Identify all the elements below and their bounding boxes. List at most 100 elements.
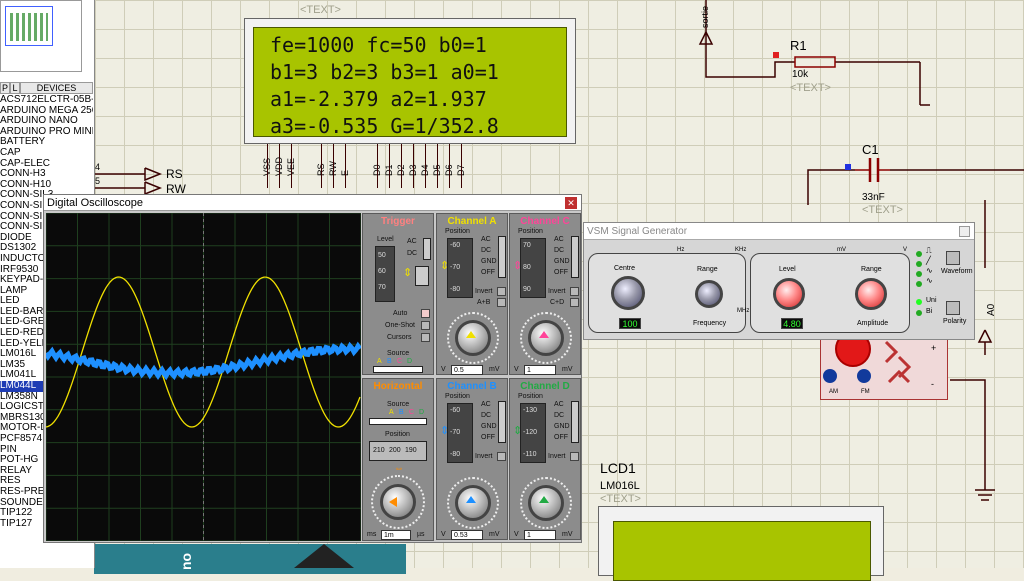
channel_c-tick: 70 xyxy=(523,242,531,249)
signal-generator-titlebar[interactable]: VSM Signal Generator xyxy=(584,223,974,240)
oscilloscope-titlebar[interactable]: Digital Oscilloscope ✕ xyxy=(44,195,581,211)
horizontal-time-knob[interactable] xyxy=(380,484,416,520)
close-icon[interactable] xyxy=(959,226,970,237)
channel_a-invert-button[interactable] xyxy=(497,287,506,296)
lcd2-display[interactable] xyxy=(598,506,884,581)
trigger-source-A[interactable]: A xyxy=(377,358,382,365)
waveform-button[interactable] xyxy=(946,251,960,265)
channel_d-position-label: Position xyxy=(518,393,543,400)
channel_d-position-arrows[interactable]: ⇕ xyxy=(513,424,522,437)
channel_b-volts-knob[interactable] xyxy=(455,485,491,521)
trigger-coupling-switch[interactable] xyxy=(423,238,431,260)
signal-generator-window[interactable]: VSM Signal Generator Centre 100 Range Fr… xyxy=(583,222,975,340)
channel_d-invert-button[interactable] xyxy=(570,452,579,461)
tab-pick[interactable]: P xyxy=(0,82,10,94)
gen-plus-label: + xyxy=(931,343,937,353)
lcd-pin-line xyxy=(291,144,292,188)
device-list-item[interactable]: CAP-ELEC xyxy=(0,159,93,170)
trigger-source-D[interactable]: D xyxy=(407,358,412,365)
channel_b-invert-button[interactable] xyxy=(497,452,506,461)
lcd-line-4: a3=-0.535 G=1/352.8 xyxy=(270,114,499,138)
channel_c-knob-pointer xyxy=(539,331,549,338)
overview-preview[interactable] xyxy=(0,0,82,72)
mhz-label: MHz xyxy=(737,308,750,314)
uni-label: Uni xyxy=(926,297,937,304)
horizontal-position-arrows[interactable]: ⇔ xyxy=(394,463,404,474)
tab-library[interactable]: L xyxy=(10,82,20,94)
gen-fm-knob[interactable] xyxy=(857,369,871,383)
pin-5-label: 5 xyxy=(95,176,101,186)
gen-am-knob[interactable] xyxy=(823,369,837,383)
channel_b-position-arrows[interactable]: ⇕ xyxy=(440,424,449,437)
horizontal-source-label: Source xyxy=(387,401,410,408)
horizontal-source-A[interactable]: A xyxy=(389,409,394,416)
channel_d-tick: -120 xyxy=(523,429,538,436)
signal-source-body[interactable]: AM FM + - xyxy=(820,330,948,400)
trigger-edge-arrows[interactable]: ⇕ xyxy=(403,266,412,279)
trigger-one-shot-button[interactable] xyxy=(421,321,430,330)
lcd-pin-line xyxy=(437,144,438,188)
channel_b-unit-mv: mV xyxy=(489,531,500,538)
channel_c-volts-knob[interactable] xyxy=(528,320,564,356)
device-list-item[interactable]: ACS712ELCTR-05B-T xyxy=(0,95,93,106)
channel_a-tick: -60 xyxy=(450,242,461,249)
device-list-item[interactable]: CAP xyxy=(0,148,93,159)
device-list-item[interactable]: CONN-H10 xyxy=(0,180,93,191)
horizontal-source-D[interactable]: D xyxy=(419,409,424,416)
trigger-tick: 50 xyxy=(378,252,386,259)
device-list-item[interactable]: CONN-H3 xyxy=(0,169,93,180)
sortie-label: sortie xyxy=(700,5,710,28)
centre-knob[interactable] xyxy=(611,276,645,310)
device-list-item[interactable]: ARDUINO MEGA 2560 xyxy=(0,106,93,117)
polarity-button[interactable] xyxy=(946,301,960,315)
channel_c-invert-button[interactable] xyxy=(570,287,579,296)
device-list-item[interactable]: ARDUINO PRO MINI xyxy=(0,127,93,138)
channel_a-sum-button[interactable] xyxy=(497,298,506,307)
channel_c-sum-button[interactable] xyxy=(570,298,579,307)
device-list-item[interactable]: ARDUINO NANO xyxy=(0,116,93,127)
channel_a-position-arrows[interactable]: ⇕ xyxy=(440,259,449,272)
channel_d-volts-knob[interactable] xyxy=(528,485,564,521)
trigger-source-slider[interactable] xyxy=(373,366,423,373)
lcd-pin-line xyxy=(389,144,390,188)
channel_c-position-arrows[interactable]: ⇕ xyxy=(513,259,522,272)
amp-range-knob[interactable] xyxy=(855,278,887,310)
arduino-board[interactable]: no xyxy=(94,544,406,574)
waveform-led-2 xyxy=(916,261,922,267)
trigger-source-C[interactable]: C xyxy=(397,358,402,365)
trigger-one-shot-label: One-Shot xyxy=(385,322,415,329)
channel_b-coupling-switch[interactable] xyxy=(498,401,506,443)
horizontal-tick: 190 xyxy=(405,447,417,454)
channel_a-coupling-switch[interactable] xyxy=(498,236,506,278)
channel_a-unit-mv: mV xyxy=(489,366,500,373)
horizontal-source-C[interactable]: C xyxy=(409,409,414,416)
channel_b-ac-label: AC xyxy=(481,401,491,408)
overview-thumb xyxy=(10,13,48,41)
lcd-pin-line xyxy=(449,144,450,188)
level-knob[interactable] xyxy=(773,278,805,310)
channel_a-volts-knob[interactable] xyxy=(455,320,491,356)
horizontal-source-slider[interactable] xyxy=(369,418,427,425)
khz-label: KHz xyxy=(735,247,747,253)
trigger-source-label: Source xyxy=(387,350,410,357)
channel_a-gnd-label: GND xyxy=(481,258,497,265)
lcd-pin-line xyxy=(345,144,346,188)
lcd-display[interactable]: fe=1000 fc=50 b0=1 b1=3 b2=3 b3=1 a0=1 a1=… xyxy=(244,18,576,144)
trigger-source-B[interactable]: B xyxy=(387,358,392,365)
range-knob[interactable] xyxy=(695,280,723,308)
oscilloscope-window[interactable]: Digital Oscilloscope ✕ Trigger Level 50 60 7… xyxy=(43,194,582,543)
trigger-edge-switch[interactable] xyxy=(415,266,429,286)
channel_c-tick: 80 xyxy=(523,264,531,271)
channel_d-coupling-switch[interactable] xyxy=(571,401,579,443)
horizontal-source-B[interactable]: B xyxy=(399,409,404,416)
channel_d-tick: -130 xyxy=(523,407,538,414)
trigger-cursors-button[interactable] xyxy=(421,333,430,342)
overview-viewport[interactable] xyxy=(5,6,53,46)
device-list-item[interactable]: BATTERY xyxy=(0,137,93,148)
r1-text: <TEXT> xyxy=(790,82,831,94)
channel_b-tick: -80 xyxy=(450,451,461,458)
trigger-auto-button[interactable] xyxy=(421,309,430,318)
horizontal-knob-pointer xyxy=(389,497,397,507)
close-icon[interactable]: ✕ xyxy=(565,197,577,209)
channel_c-coupling-switch[interactable] xyxy=(571,236,579,278)
